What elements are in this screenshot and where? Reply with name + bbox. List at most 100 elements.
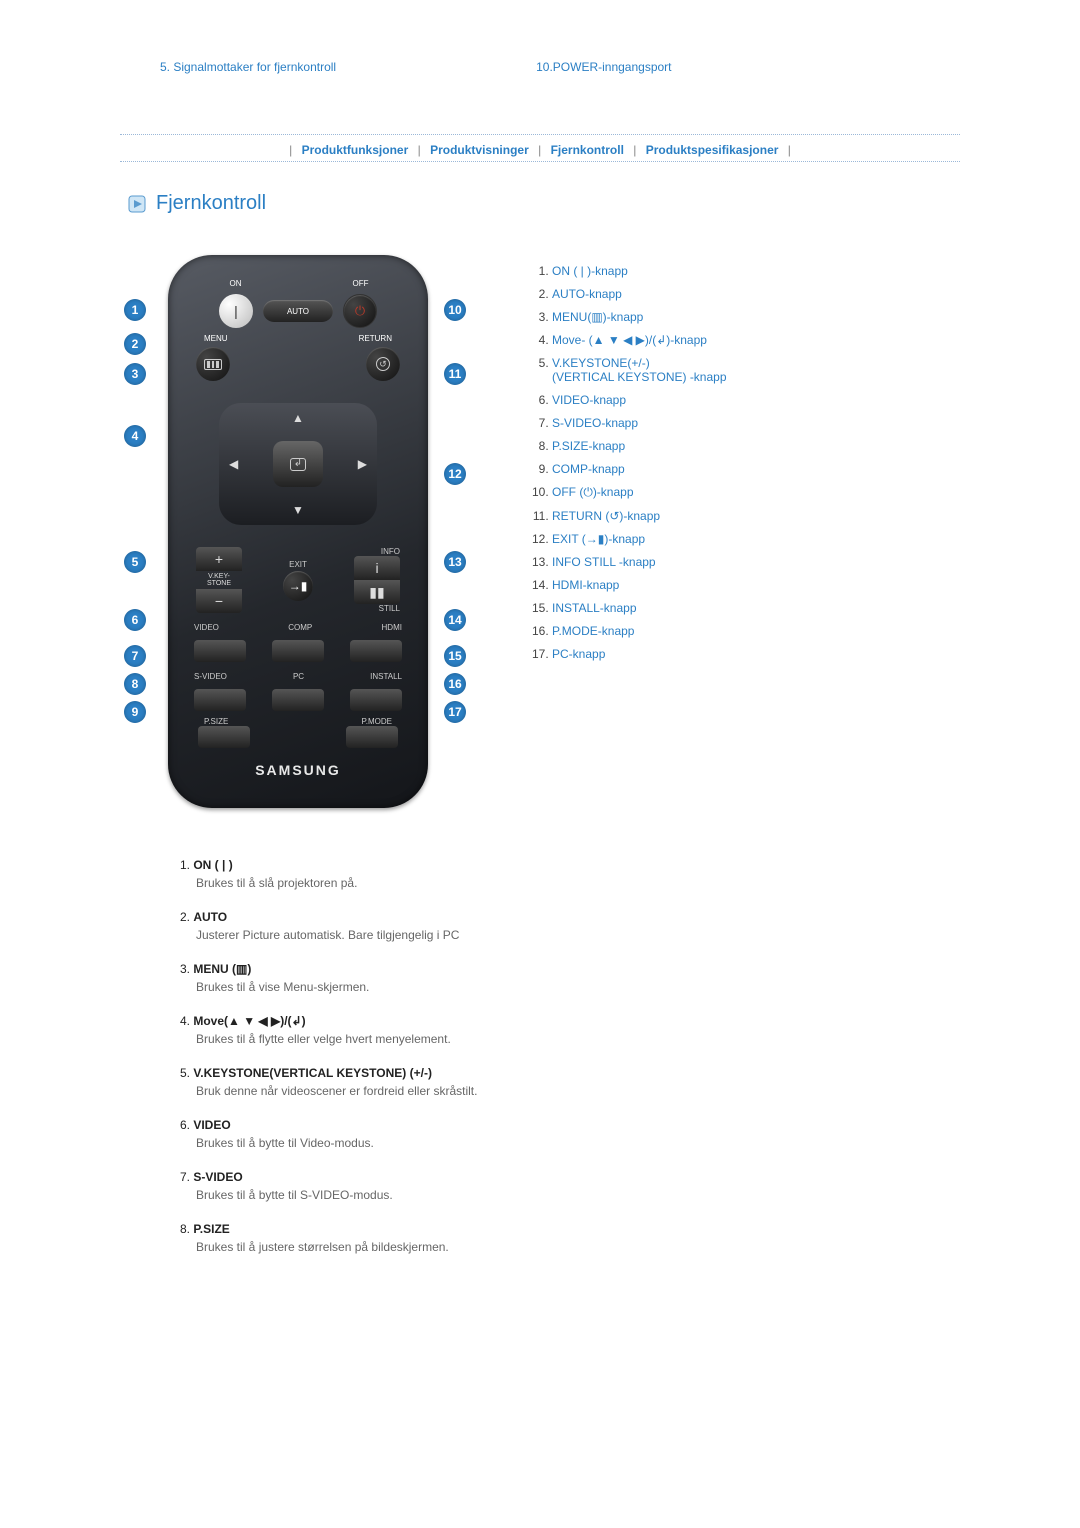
link-vkeystone[interactable]: V.KEYSTONE(+/-) (VERTICAL KEYSTONE) -kna…: [552, 356, 727, 384]
install-button[interactable]: [350, 689, 402, 711]
breadcrumb-link[interactable]: Produktspesifikasjoner: [646, 143, 779, 157]
dpad-enter[interactable]: ↲: [273, 441, 323, 487]
list-item: EXIT (→▮)-knapp: [552, 532, 960, 546]
menu-label: MENU: [204, 334, 228, 343]
desc-number: 4.: [180, 1014, 193, 1028]
brand-label: SAMSUNG: [178, 762, 418, 778]
exit-icon: →▮: [289, 579, 308, 593]
link-comp[interactable]: COMP-knapp: [552, 462, 625, 476]
still-button[interactable]: ▮▮: [354, 580, 400, 604]
callout-3: 3: [124, 363, 146, 385]
off-label: OFF: [303, 279, 418, 288]
list-item: MENU(▥)-knapp: [552, 310, 960, 324]
link-auto[interactable]: AUTO-knapp: [552, 287, 622, 301]
list-item: S-VIDEO-knapp: [552, 416, 960, 430]
separator: [120, 134, 960, 135]
breadcrumb-link[interactable]: Fjernkontroll: [551, 143, 624, 157]
return-button[interactable]: ↺: [366, 347, 400, 381]
menu-button[interactable]: [196, 347, 230, 381]
link-video[interactable]: VIDEO-knapp: [552, 393, 626, 407]
desc-heading: MENU (▥): [193, 962, 251, 976]
power-on-icon: |: [234, 303, 238, 319]
link-info-still[interactable]: INFO STILL -knapp: [552, 555, 656, 569]
vkeystone-minus[interactable]: −: [196, 589, 242, 613]
callout-10: 10: [444, 299, 466, 321]
callout-7: 7: [124, 645, 146, 667]
pmode-label: P.MODE: [361, 717, 392, 726]
callout-9: 9: [124, 701, 146, 723]
svideo-button[interactable]: [194, 689, 246, 711]
breadcrumb-sep: |: [418, 143, 421, 157]
link-svideo[interactable]: S-VIDEO-knapp: [552, 416, 638, 430]
install-label: INSTALL: [370, 672, 402, 681]
link-hdmi[interactable]: HDMI-knapp: [552, 578, 619, 592]
breadcrumb-sep: |: [788, 143, 791, 157]
link-off[interactable]: OFF (⏻)-knapp: [552, 485, 634, 499]
link-install[interactable]: INSTALL-knapp: [552, 601, 637, 615]
callout-6: 6: [124, 609, 146, 631]
desc-number: 1.: [180, 858, 193, 872]
dpad-up[interactable]: ▲: [292, 411, 304, 425]
psize-button[interactable]: [198, 726, 250, 748]
breadcrumb-link[interactable]: Produktvisninger: [430, 143, 529, 157]
dpad-left[interactable]: ◀: [229, 457, 238, 471]
power-off-button[interactable]: ⏻: [343, 294, 377, 328]
list-item: P.MODE-knapp: [552, 624, 960, 638]
comp-button[interactable]: [272, 640, 324, 662]
desc-heading: ON ( | ): [193, 858, 232, 872]
desc-body: Bruk denne når videoscener er fordreid e…: [196, 1084, 960, 1098]
info-button[interactable]: i: [354, 556, 400, 580]
desc-body: Brukes til å slå projektoren på.: [196, 876, 960, 890]
desc-number: 6.: [180, 1118, 193, 1132]
list-item: ON ( | )-knapp: [552, 264, 960, 278]
desc-title: 8. P.SIZE: [180, 1222, 960, 1236]
list-item: COMP-knapp: [552, 462, 960, 476]
hdmi-button[interactable]: [350, 640, 402, 662]
exit-button[interactable]: →▮: [283, 571, 313, 601]
separator: [120, 161, 960, 162]
list-item: HDMI-knapp: [552, 578, 960, 592]
link-on[interactable]: ON ( | )-knapp: [552, 264, 628, 278]
auto-button[interactable]: AUTO: [263, 300, 333, 322]
desc-body: Brukes til å bytte til S-VIDEO-modus.: [196, 1188, 960, 1202]
link-menu[interactable]: MENU(▥)-knapp: [552, 310, 643, 324]
desc-body: Brukes til å vise Menu-skjermen.: [196, 980, 960, 994]
desc-title: 7. S-VIDEO: [180, 1170, 960, 1184]
vkeystone-label: V.KEY- STONE: [207, 571, 231, 589]
link-exit[interactable]: EXIT (→▮)-knapp: [552, 532, 645, 546]
link-return[interactable]: RETURN (↺)-knapp: [552, 509, 660, 523]
remote-diagram: 1 2 3 4 5 6 7 8 9 10 11 12 13 14 15 16 1…: [120, 255, 470, 808]
return-icon: ↺: [376, 357, 390, 371]
power-port-label: 10.POWER-inngangsport: [536, 60, 671, 74]
callout-17: 17: [444, 701, 466, 723]
callout-1: 1: [124, 299, 146, 321]
link-pmode[interactable]: P.MODE-knapp: [552, 624, 634, 638]
breadcrumb-link[interactable]: Produktfunksjoner: [302, 143, 409, 157]
desc-title: 4. Move(▲ ▼ ◀ ▶)/(↲): [180, 1014, 960, 1028]
link-psize[interactable]: P.SIZE-knapp: [552, 439, 625, 453]
callout-16: 16: [444, 673, 466, 695]
dpad-down[interactable]: ▼: [292, 503, 304, 517]
list-item: AUTO-knapp: [552, 287, 960, 301]
top-meta-row: 5. Signalmottaker for fjernkontroll 10.P…: [120, 60, 960, 74]
desc-title: 2. AUTO: [180, 910, 960, 924]
link-move[interactable]: Move- (▲ ▼ ◀ ▶)/(↲)-knapp: [552, 333, 707, 347]
vkeystone-plus[interactable]: +: [196, 547, 242, 571]
menu-icon: [204, 359, 222, 370]
link-pc[interactable]: PC-knapp: [552, 647, 605, 661]
enter-icon: ↲: [290, 458, 306, 471]
signal-receiver-label: 5. Signalmottaker for fjernkontroll: [120, 60, 336, 74]
info-label: INFO: [354, 547, 400, 556]
pmode-button[interactable]: [346, 726, 398, 748]
return-label: RETURN: [359, 334, 392, 343]
callout-12: 12: [444, 463, 466, 485]
list-item: PC-knapp: [552, 647, 960, 661]
list-item: RETURN (↺)-knapp: [552, 509, 960, 523]
dpad: ▲ ▼ ◀ ▶ ↲: [213, 389, 383, 539]
desc-body: Brukes til å justere størrelsen på bilde…: [196, 1240, 960, 1254]
hdmi-label: HDMI: [382, 623, 402, 632]
dpad-right[interactable]: ▶: [358, 457, 367, 471]
power-on-button[interactable]: |: [219, 294, 253, 328]
pc-button[interactable]: [272, 689, 324, 711]
video-button[interactable]: [194, 640, 246, 662]
